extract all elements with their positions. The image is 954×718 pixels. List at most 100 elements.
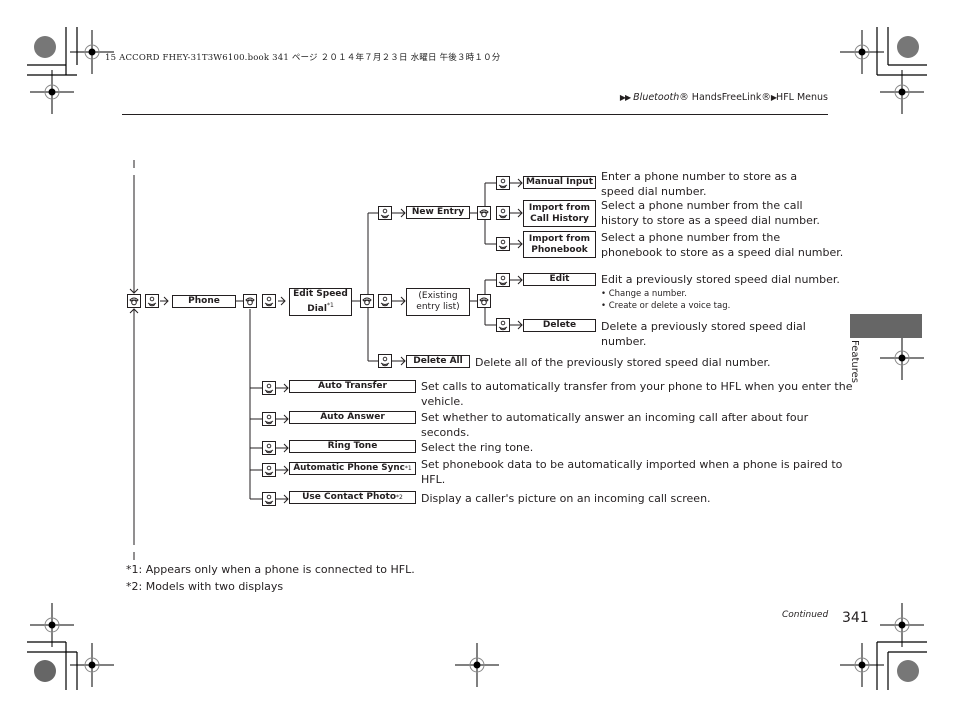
description-line: speed dial number.: [601, 185, 707, 198]
menu-node-manual-input[interactable]: Manual Input: [523, 176, 596, 189]
voice-command-icon: [262, 412, 276, 426]
section-tab[interactable]: [850, 314, 922, 338]
breadcrumb-hfl[interactable]: ® HandsFreeLink®: [679, 92, 771, 103]
menu-node-delete-all[interactable]: Delete All: [406, 355, 470, 368]
footnote-ref: *2: [396, 494, 403, 501]
breadcrumb-hfl-menus[interactable]: HFL Menus: [776, 92, 828, 103]
node-label: Auto Transfer: [318, 381, 387, 391]
node-label: Automatic Phone Sync: [293, 463, 405, 473]
node-label: Import from: [528, 233, 591, 244]
menu-node-new-entry[interactable]: New Entry: [406, 206, 470, 219]
continued-label: Continued: [782, 610, 829, 620]
description-line: Select the ring tone.: [421, 441, 534, 454]
description-line: Delete a previously stored speed dial: [601, 320, 806, 333]
menu-node-edit-speed-dial[interactable]: Edit Speed Dial*1: [289, 288, 352, 316]
color-bar-mark: [897, 660, 919, 682]
menu-node-auto-answer[interactable]: Auto Answer: [289, 411, 416, 424]
node-label: New Entry: [411, 207, 465, 217]
menu-node-import-phonebook[interactable]: Import from Phonebook: [523, 231, 596, 258]
description-line: Select a phone number from the: [601, 231, 781, 244]
registration-target-icon: [880, 603, 924, 647]
description-edit-bullets: • Change a number. • Create or delete a …: [601, 289, 731, 311]
page-number: 341: [842, 610, 869, 626]
description-ring-tone: Select the ring tone.: [421, 440, 533, 455]
description-line: Edit a previously stored speed dial numb…: [601, 273, 840, 286]
description-line: seconds.: [421, 426, 470, 439]
menu-node-ring-tone[interactable]: Ring Tone: [289, 440, 416, 453]
description-line: phonebook to store as a speed dial numbe…: [601, 246, 844, 259]
footnote-1: *1: Appears only when a phone is connect…: [126, 563, 415, 576]
voice-command-icon: [496, 237, 510, 251]
phone-icon: [127, 294, 141, 308]
registration-target-icon: [30, 603, 74, 647]
section-tab-label: Features: [849, 340, 860, 383]
description-line: number.: [601, 335, 647, 348]
color-bar-mark: [34, 660, 56, 682]
node-label: entry list): [416, 302, 460, 312]
voice-command-icon: [262, 441, 276, 455]
footnote-2: *2: Models with two displays: [126, 580, 284, 593]
voice-command-icon: [496, 176, 510, 190]
description-line: Set calls to automatically transfer from…: [421, 380, 853, 393]
description-edit: Edit a previously stored speed dial numb…: [601, 272, 840, 287]
registration-target-icon: [455, 643, 499, 687]
registration-target-icon: [30, 70, 74, 114]
description-line: history to store as a speed dial number.: [601, 214, 820, 227]
node-label: (Existing: [418, 291, 458, 301]
voice-command-icon: [378, 206, 392, 220]
voice-command-icon: [262, 463, 276, 477]
registration-target-icon: [880, 336, 924, 380]
breadcrumb-arrows: ▶▶: [619, 93, 631, 102]
print-header: 15 ACCORD FHEY-31T3W6100.book 341 ページ ２０…: [105, 53, 501, 63]
description-auto-answer: Set whether to automatically answer an i…: [421, 410, 808, 440]
voice-command-icon: [496, 206, 510, 220]
voice-command-icon: [496, 273, 510, 287]
description-line: Enter a phone number to store as a: [601, 170, 798, 183]
registration-target-icon: [880, 70, 924, 114]
description-delete: Delete a previously stored speed dial nu…: [601, 319, 806, 349]
menu-node-existing-entry-list[interactable]: (Existing entry list): [406, 288, 470, 316]
description-import-phonebook: Select a phone number from the phonebook…: [601, 230, 843, 260]
color-bar-mark: [34, 36, 56, 58]
phone-icon: [360, 294, 374, 308]
voice-command-icon: [262, 381, 276, 395]
breadcrumb: ▶▶ Bluetooth® HandsFreeLink®▶HFL Menus: [620, 92, 828, 103]
menu-node-automatic-phone-sync[interactable]: Automatic Phone Sync *1: [289, 462, 416, 475]
bullet-item: Create or delete a voice tag.: [608, 301, 731, 311]
description-line: Set whether to automatically answer an i…: [421, 411, 809, 424]
breadcrumb-bluetooth[interactable]: Bluetooth: [633, 92, 679, 103]
bullet-item: Change a number.: [608, 289, 687, 299]
voice-command-icon: [496, 318, 510, 332]
description-line: Display a caller's picture on an incomin…: [421, 492, 711, 505]
menu-node-auto-transfer[interactable]: Auto Transfer: [289, 380, 416, 393]
menu-node-import-call-history[interactable]: Import from Call History: [523, 200, 596, 227]
node-label: Delete: [542, 320, 577, 330]
footnote-ref: *1: [326, 302, 334, 309]
voice-command-icon: [262, 294, 276, 308]
description-manual-input: Enter a phone number to store as a speed…: [601, 169, 797, 199]
node-label: Phone: [188, 296, 220, 306]
node-label: Auto Answer: [320, 412, 385, 422]
footnote-ref: *1: [404, 465, 412, 472]
phone-icon: [243, 294, 257, 308]
node-label: Phonebook: [531, 244, 588, 255]
node-label: Ring Tone: [327, 441, 378, 451]
node-label: Dial: [307, 304, 327, 314]
node-label: Delete All: [413, 356, 463, 366]
description-line: Select a phone number from the call: [601, 199, 803, 212]
phone-icon: [477, 294, 491, 308]
node-label: Manual Input: [525, 177, 594, 187]
description-line: vehicle.: [421, 395, 464, 408]
menu-node-use-contact-photo[interactable]: Use Contact Photo *2: [289, 491, 416, 504]
description-line: Delete all of the previously stored spee…: [475, 356, 771, 369]
description-import-call-history: Select a phone number from the call hist…: [601, 198, 820, 228]
description-auto-phone-sync: Set phonebook data to be automatically i…: [421, 457, 842, 487]
menu-node-phone[interactable]: Phone: [172, 295, 236, 308]
node-label: Call History: [530, 213, 589, 224]
description-use-contact-photo: Display a caller's picture on an incomin…: [421, 491, 711, 506]
description-line: Set phonebook data to be automatically i…: [421, 458, 843, 471]
menu-node-edit[interactable]: Edit: [523, 273, 596, 286]
node-label: Import from: [528, 202, 591, 213]
voice-command-icon: [262, 492, 276, 506]
menu-node-delete[interactable]: Delete: [523, 319, 596, 332]
